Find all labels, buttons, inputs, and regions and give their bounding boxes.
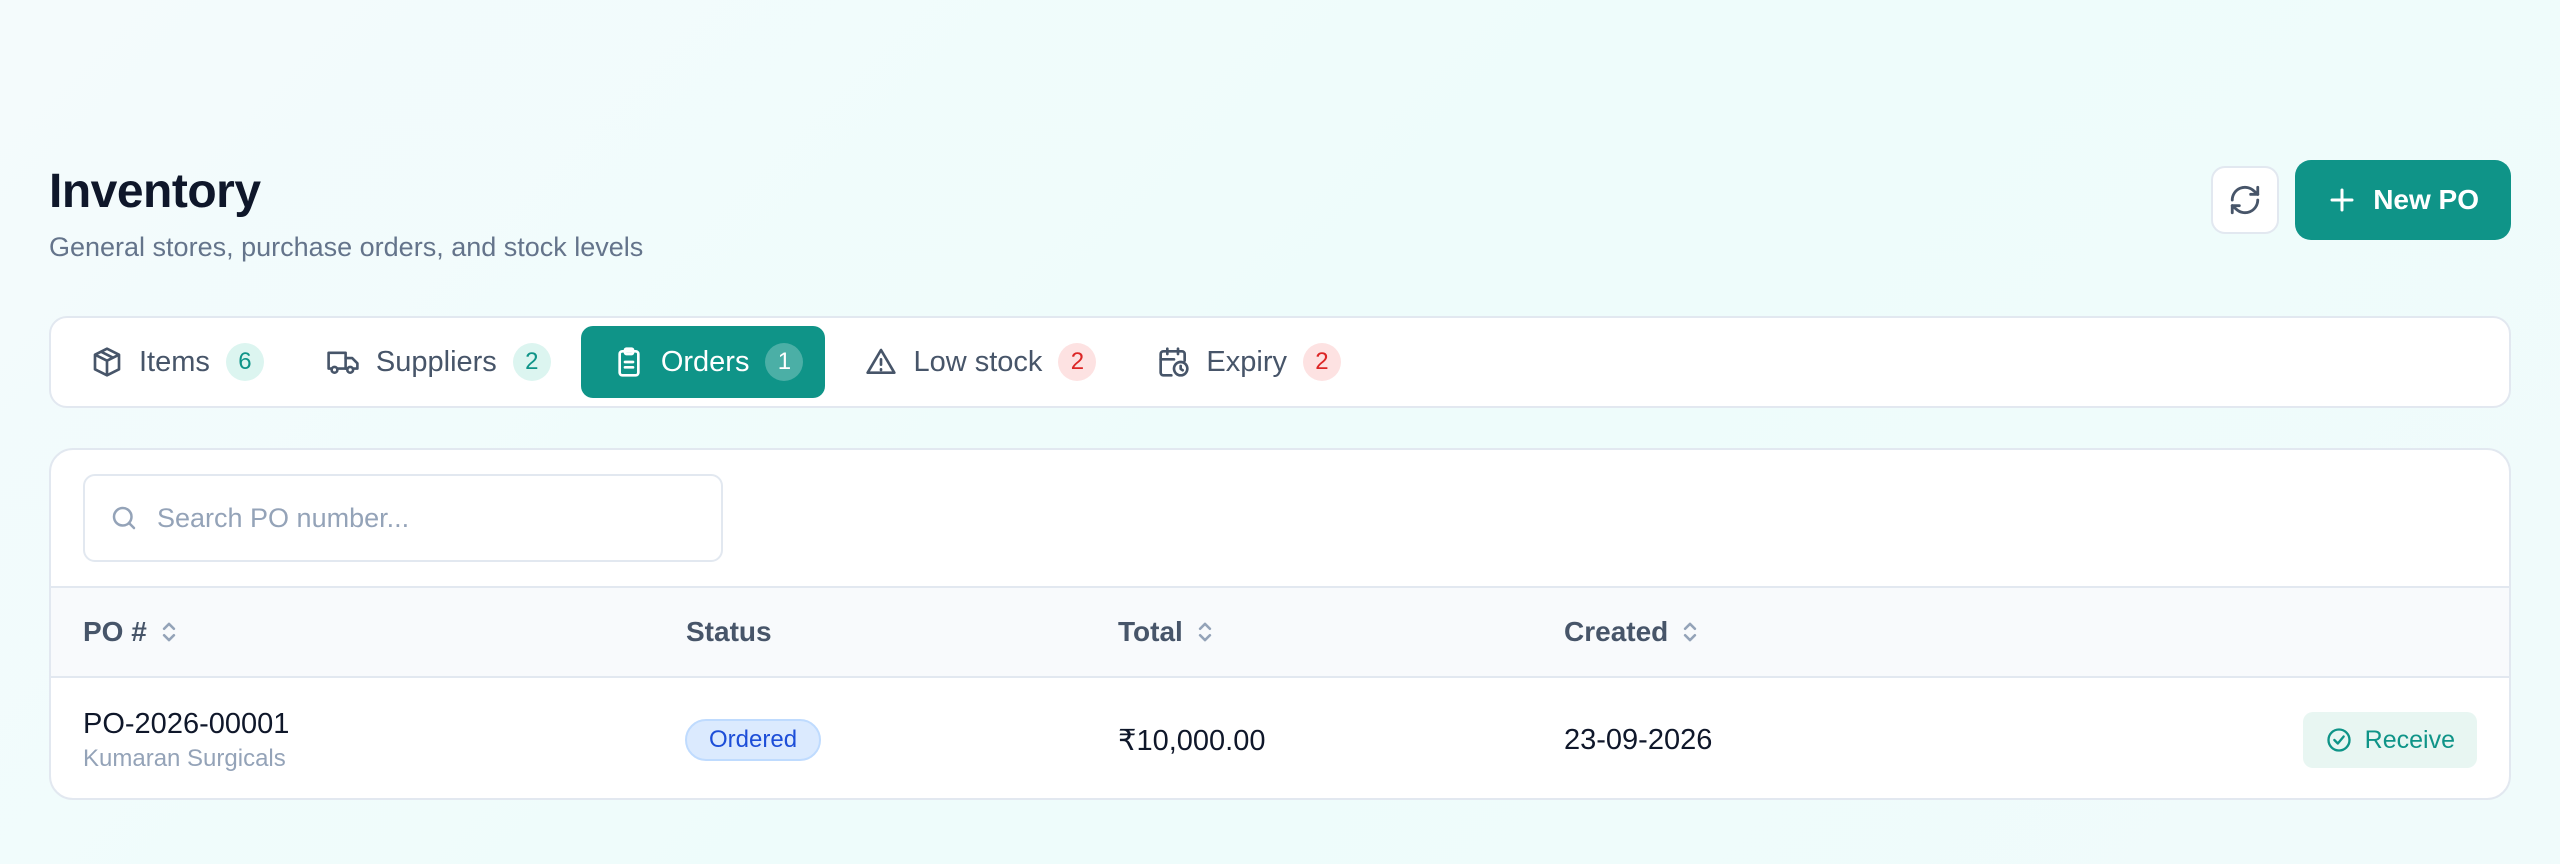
tab-orders[interactable]: Orders 1: [580, 326, 826, 398]
search-box: [83, 474, 723, 562]
tab-label: Low stock: [913, 345, 1043, 378]
receive-button[interactable]: Receive: [2302, 712, 2477, 768]
receive-label: Receive: [2364, 725, 2455, 754]
tab-label: Suppliers: [375, 345, 497, 378]
count-badge: 2: [512, 343, 551, 381]
alert-triangle-icon: [866, 348, 897, 374]
tab-low-stock[interactable]: Low stock 2: [833, 326, 1118, 398]
tab-expiry[interactable]: Expiry 2: [1126, 326, 1363, 398]
new-po-button[interactable]: New PO: [2295, 160, 2511, 240]
column-header-total[interactable]: Total: [1118, 588, 1215, 676]
page-title: Inventory: [49, 165, 261, 218]
count-badge: 6: [225, 343, 264, 381]
sort-icon: [1684, 622, 1697, 642]
count-badge: 2: [1302, 343, 1341, 381]
column-header-created[interactable]: Created: [1564, 588, 1700, 676]
tab-items[interactable]: Items 6: [59, 326, 286, 398]
page-subtitle: General stores, purchase orders, and sto…: [49, 232, 644, 262]
clipboard-icon: [618, 347, 640, 377]
status-badge: Ordered: [685, 719, 822, 761]
new-po-label: New PO: [2373, 184, 2479, 215]
status-cell: Ordered: [685, 678, 822, 798]
search-icon: [112, 506, 136, 530]
table-header: PO # Status Total Created: [51, 586, 2509, 678]
tab-label: Items: [139, 345, 210, 378]
po-supplier: Kumaran Surgicals: [83, 744, 286, 772]
refresh-icon: [2231, 185, 2260, 215]
page-header: Inventory General stores, purchase order…: [49, 160, 2511, 270]
search-input[interactable]: [157, 502, 717, 534]
sort-icon: [1198, 622, 1211, 642]
column-header-status: Status: [686, 588, 772, 676]
header-actions: New PO: [2211, 160, 2511, 240]
table-row[interactable]: PO-2026-00001 Kumaran Surgicals Ordered …: [51, 678, 2509, 798]
count-badge: 2: [1058, 343, 1097, 381]
tab-label: Expiry: [1206, 345, 1287, 378]
inventory-tabs: Items 6 Suppliers 2 Orders 1 Low stock 2…: [49, 316, 2511, 408]
total-cell: ₹10,000.00: [1118, 724, 1266, 757]
tab-label: Orders: [660, 345, 750, 378]
calendar-clock-icon: [1159, 347, 1190, 377]
truck-icon: [327, 351, 359, 375]
po-cell: PO-2026-00001 Kumaran Surgicals: [83, 678, 290, 798]
orders-card: PO # Status Total Created: [49, 448, 2511, 800]
sort-icon: [162, 622, 175, 642]
box-icon: [93, 347, 121, 377]
created-cell: 23-09-2026: [1564, 723, 1713, 756]
column-header-po[interactable]: PO #: [83, 588, 179, 676]
tab-suppliers[interactable]: Suppliers 2: [294, 326, 573, 398]
check-circle-icon: [2327, 728, 2351, 752]
column-label: Status: [686, 616, 772, 647]
column-label: Created: [1564, 616, 1669, 647]
column-label: Total: [1118, 616, 1183, 647]
count-badge: 1: [765, 343, 804, 381]
column-label: PO #: [83, 616, 147, 647]
plus-icon: [2330, 188, 2354, 212]
refresh-button[interactable]: [2211, 166, 2280, 234]
po-number: PO-2026-00001: [83, 707, 290, 740]
